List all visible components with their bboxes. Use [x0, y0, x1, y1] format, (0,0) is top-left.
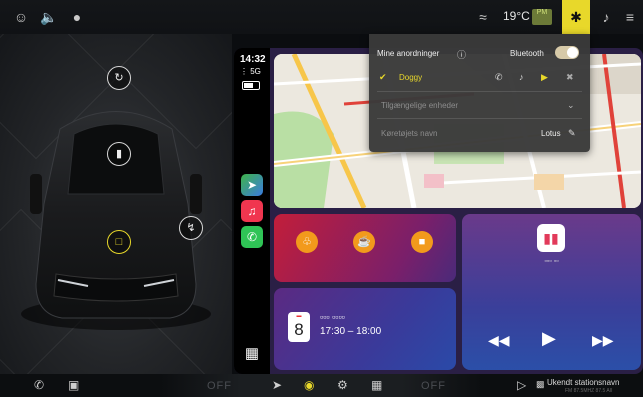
radio-icon: ▩ [536, 379, 545, 389]
phone-key-button[interactable]: ▮ [107, 142, 131, 166]
bluetooth-toggle[interactable] [555, 46, 579, 59]
now-playing-widget: ▮▮ ▫▫▫ ▫▫ ◀◀ ▶ ▶▶ [462, 214, 641, 370]
poi-shortcuts-widget: ♧ ☕ ■ [274, 214, 456, 282]
music-note-icon[interactable]: ♪ [519, 72, 524, 82]
restaurant-icon[interactable]: ♧ [296, 231, 318, 253]
cafe-icon[interactable]: ☕ [353, 231, 375, 253]
car-icon[interactable]: ◉ [304, 378, 314, 392]
gear-icon[interactable]: ⚙ [337, 378, 348, 392]
bell-icon[interactable]: ♪ [597, 8, 615, 26]
parking-icon[interactable]: ■ [411, 231, 433, 253]
user-icon[interactable]: ☺ [12, 8, 30, 26]
play-icon[interactable]: ▷ [517, 378, 526, 392]
play-icon[interactable]: ▶ [542, 328, 556, 349]
connected-check-icon: ✔ [379, 72, 387, 82]
calendar-event-title: ▫▫▫ ▫▫▫▫ [320, 312, 345, 322]
bluetooth-popup: Mine anordninger ⓘ Bluetooth ✔ Doggy ✆ ♪… [369, 34, 590, 152]
bottom-bar: ✆ ▣ OFF ➤ ◉ ⚙ ▦ OFF ▷ ▩ Ukendt stationsn… [0, 374, 643, 397]
music-app-icon[interactable]: ♫ [241, 200, 263, 222]
popup-title: Mine anordninger [377, 49, 440, 58]
carplay-time: 14:32 [240, 54, 266, 65]
right-temp-off[interactable]: OFF [421, 380, 446, 392]
vehicle-name-label: Køretøjets navn [381, 129, 438, 138]
device-name[interactable]: Doggy [399, 73, 422, 82]
maps-app-icon[interactable]: ➤ [241, 174, 263, 196]
apps-icon[interactable]: ▦ [371, 378, 382, 392]
air-quality-badge: PM [532, 9, 552, 25]
vehicle-name: Lotus [541, 129, 561, 138]
divider [377, 91, 582, 92]
music-app-logo-icon: ▮▮ [537, 224, 565, 252]
battery-icon [242, 81, 260, 90]
calendar-date-card: ▬ 8 [288, 312, 310, 342]
calendar-event-time: 17:30 – 18:00 [320, 326, 382, 337]
volume-icon[interactable]: 🔈 [40, 8, 58, 26]
wifi-icon: ≈ [479, 9, 487, 25]
media-icon[interactable]: ● [68, 8, 86, 26]
carplay-sidebar: 14:32 ⋮ 5G ➤ ♫ ✆ ▦ [234, 48, 270, 374]
settings-sliders-icon[interactable]: ≡ [621, 8, 639, 26]
info-icon[interactable]: ⓘ [457, 48, 466, 61]
chevron-down-icon[interactable]: ⌄ [567, 100, 575, 111]
navigation-icon[interactable]: ➤ [272, 378, 282, 392]
carplay-icon[interactable]: ▶ [541, 72, 548, 83]
left-temp-off[interactable]: OFF [207, 380, 232, 392]
status-bar: ☺ 🔈 ● ≈ 19°C PM ✱ ♪ ≡ [0, 0, 643, 34]
charge-button[interactable]: ↯ [179, 216, 203, 240]
edit-pencil-icon[interactable]: ✎ [568, 128, 576, 139]
radio-frequency: FM 87.5MHZ 87.5 All [565, 388, 612, 394]
vehicle-panel: ↻ ▮ □ ↯ [0, 34, 232, 374]
car-seat-icon[interactable]: ▣ [68, 378, 79, 392]
remove-device-icon[interactable]: ✖ [566, 72, 574, 83]
calendar-widget[interactable]: ▬ 8 ▫▫▫ ▫▫▫▫ 17:30 – 18:00 [274, 288, 456, 370]
available-devices-label[interactable]: Tilgængelige enheder [381, 101, 458, 110]
track-title: ▫▫▫ ▫▫ [544, 258, 559, 265]
bluetooth-icon[interactable]: ✱ [562, 0, 590, 34]
bluetooth-label: Bluetooth [510, 49, 544, 58]
lock-button[interactable]: □ [107, 230, 131, 254]
phone-icon[interactable]: ✆ [34, 378, 44, 392]
calendar-day: 8 [294, 320, 304, 339]
app-grid-icon[interactable]: ▦ [241, 344, 263, 364]
divider [377, 118, 582, 119]
temperature: 19°C [503, 9, 530, 23]
calendar-weekday: ▬ [296, 313, 302, 319]
signal-label: 5G [250, 67, 261, 76]
fast-forward-icon[interactable]: ▶▶ [592, 332, 614, 349]
radio-station-name[interactable]: Ukendt stationsnavn [547, 378, 620, 387]
rewind-icon[interactable]: ◀◀ [488, 332, 510, 349]
phone-app-icon[interactable]: ✆ [241, 226, 263, 248]
phone-icon[interactable]: ✆ [495, 72, 503, 83]
carplay-signal: ⋮ 5G [240, 67, 261, 76]
climate-button[interactable]: ↻ [107, 66, 131, 90]
